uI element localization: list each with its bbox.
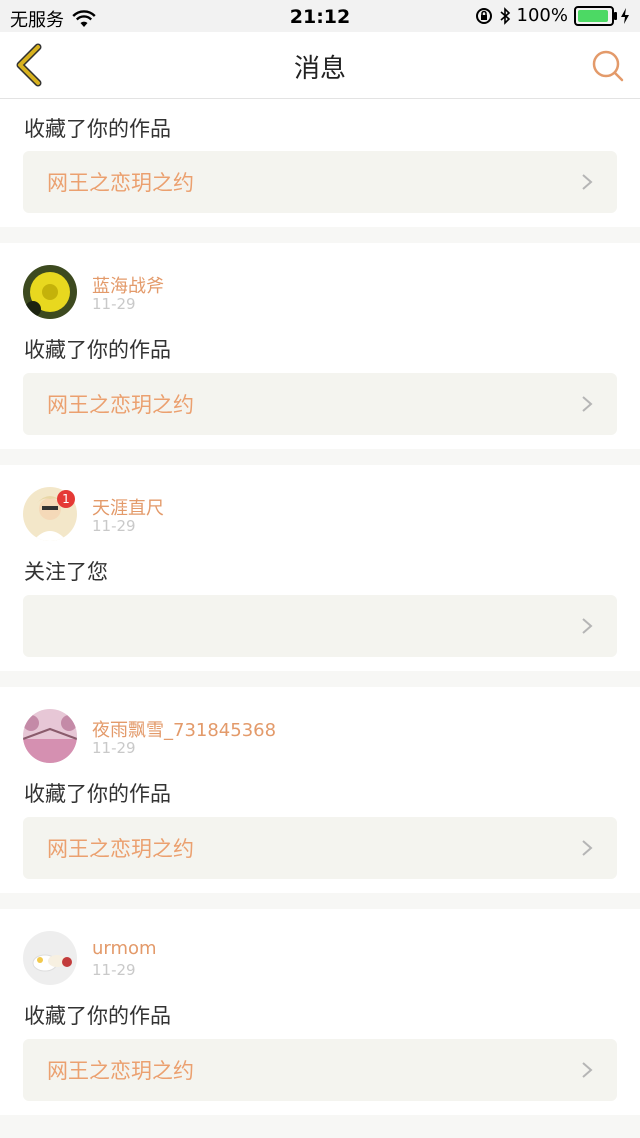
date: 11-29 <box>92 517 136 535</box>
notification-card: 蓝海战斧 11-29 收藏了你的作品 网王之恋玥之约 <box>0 243 640 449</box>
work-link[interactable]: 网王之恋玥之约 <box>23 817 617 879</box>
work-title: 网王之恋玥之约 <box>47 171 194 195</box>
charging-icon <box>621 7 629 24</box>
chevron-right-icon <box>582 174 593 190</box>
action-text: 收藏了你的作品 <box>24 338 171 362</box>
notification-card: urmom 11-29 收藏了你的作品 网王之恋玥之约 <box>0 909 640 1115</box>
work-title: 网王之恋玥之约 <box>47 393 194 417</box>
work-title: 网王之恋玥之约 <box>47 837 194 861</box>
chevron-right-icon <box>582 1062 593 1078</box>
date: 11-29 <box>92 739 136 757</box>
date: 11-29 <box>92 295 136 313</box>
notification-card: 夜雨飘雪_731845368 11-29 收藏了你的作品 网王之恋玥之约 <box>0 687 640 893</box>
work-link[interactable]: 网王之恋玥之约 <box>23 1039 617 1101</box>
chevron-right-icon <box>582 396 593 412</box>
notification-card: 收藏了你的作品 网王之恋玥之约 <box>0 99 640 227</box>
avatar[interactable] <box>23 931 77 985</box>
chevron-right-icon <box>582 618 593 634</box>
username[interactable]: urmom <box>92 938 157 959</box>
avatar[interactable] <box>23 709 77 763</box>
work-link[interactable]: 网王之恋玥之约 <box>23 373 617 435</box>
unread-badge: 1 <box>57 490 75 508</box>
battery-percent: 100% <box>516 5 568 26</box>
search-icon[interactable] <box>590 48 626 84</box>
action-text: 收藏了你的作品 <box>24 782 171 806</box>
work-link[interactable] <box>23 595 617 657</box>
work-title: 网王之恋玥之约 <box>47 1059 194 1083</box>
navigation-bar: 消息 <box>0 32 640 99</box>
action-text: 收藏了你的作品 <box>24 117 171 141</box>
battery-icon <box>574 5 617 26</box>
chevron-right-icon <box>582 840 593 856</box>
notification-card: 天涯直尺 11-29 关注了您 <box>0 465 640 671</box>
orientation-lock-icon <box>475 7 492 24</box>
work-link[interactable]: 网王之恋玥之约 <box>23 151 617 213</box>
page-title: 消息 <box>293 54 346 84</box>
avatar[interactable] <box>23 265 77 319</box>
action-text: 收藏了你的作品 <box>24 1004 171 1028</box>
status-bar: 无服务 21:12 100% <box>0 0 640 32</box>
date: 11-29 <box>92 961 136 979</box>
action-text: 关注了您 <box>24 560 108 584</box>
bluetooth-icon <box>500 6 510 25</box>
